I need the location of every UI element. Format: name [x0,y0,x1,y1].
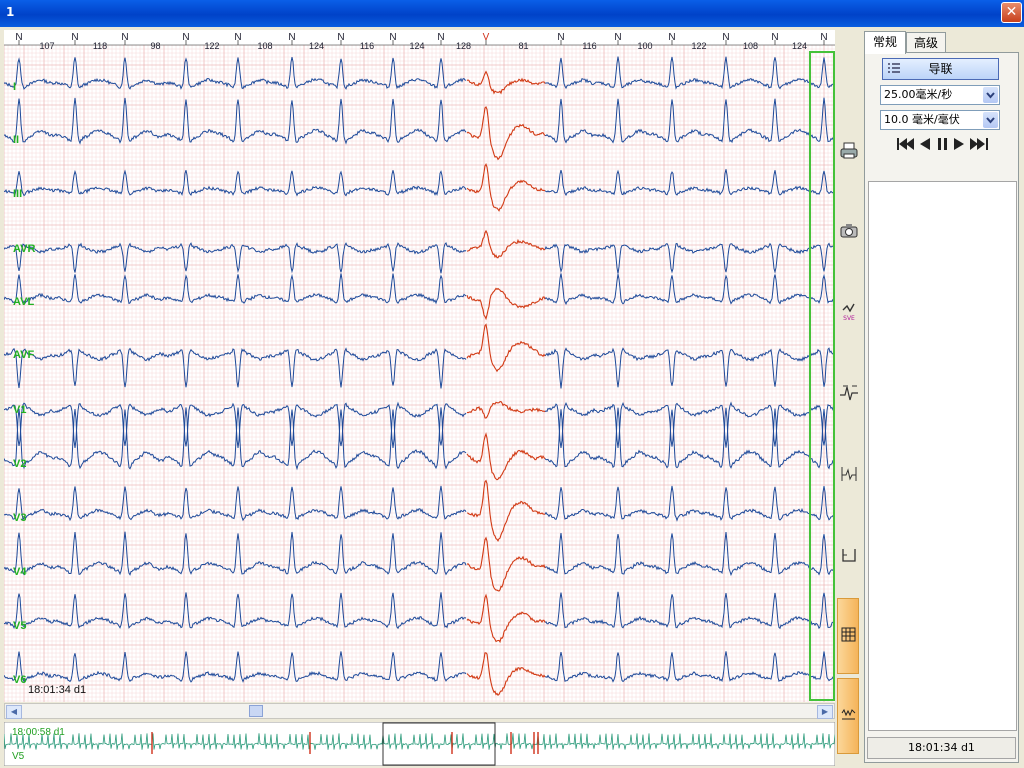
side-toolbar: SVE [835,30,862,766]
rr-interval: 128 [456,41,471,51]
overview-timestamp: 18:00:58 d1 [12,727,65,738]
rr-interval: 100 [637,41,652,51]
grid-icon [841,627,856,642]
rr-interval: 116 [360,41,374,51]
lead-label: V5 [13,620,26,632]
prev-icon[interactable] [920,138,930,150]
speed-value: 25.00毫米/秒 [884,88,953,101]
chevron-down-icon[interactable] [983,112,998,128]
rr-interval: 118 [93,41,107,51]
scroll-right-button[interactable]: ▶ [817,705,833,719]
first-icon[interactable] [897,138,914,150]
lead-label: AVL [13,296,34,308]
close-button[interactable]: ✕ [1001,2,1022,23]
overview-lead-label: V5 [12,751,25,762]
ven-icon[interactable] [838,382,860,404]
rr-interval: 116 [582,41,596,51]
rr-interval: 108 [743,41,758,51]
lead-label: V6 [13,674,26,686]
current-time: 18:01:34 d1 [867,737,1016,759]
lead-label: V2 [13,458,26,470]
measure-icon[interactable] [838,463,860,485]
scroll-left-button[interactable]: ◀ [6,705,22,719]
grid-toggle-button[interactable] [837,598,859,674]
tab-advanced[interactable]: 高级 [906,32,946,53]
rr-interval: 122 [691,41,706,51]
rr-interval: 98 [150,41,160,51]
tab-strip: 常规 高级 [864,31,1019,54]
scroll-thumb[interactable] [249,705,263,717]
camera-icon[interactable] [838,220,860,242]
svg-text:SVE: SVE [843,315,855,322]
playback-controls [897,138,988,150]
last-icon[interactable] [970,138,988,150]
rr-interval: 108 [257,41,272,51]
speed-select[interactable]: 25.00毫米/秒 [880,85,1000,105]
lead-label: AVR [13,243,35,255]
rr-interval: 124 [309,41,324,51]
lead-label: I [13,81,16,93]
lead-label: V3 [13,512,26,524]
title-bar: 1 ✕ [0,0,1024,27]
lead-label: II [13,134,19,146]
window-title: 1 [6,5,15,19]
rr-interval: 124 [792,41,807,51]
lead-label: III [13,188,22,200]
lead-button-label: 导联 [928,62,953,76]
lead-label: AVF [13,349,34,361]
gain-value: 10.0 毫米/毫伏 [884,113,960,126]
timestamp-label: 18:01:34 d1 [28,684,86,696]
lead-label: V4 [13,566,27,578]
next-icon[interactable] [954,138,964,150]
gain-select[interactable]: 10.0 毫米/毫伏 [880,110,1000,130]
horizontal-scrollbar[interactable]: ◀ ▶ [4,703,835,719]
rr-interval: 81 [518,41,528,51]
list-icon [888,63,900,73]
pause-icon[interactable] [938,138,947,150]
tab-content: 导联 25.00毫米/秒 10.0 毫米/毫伏 18:01:34 d1 [864,52,1019,763]
calipers-icon[interactable] [838,544,860,566]
rr-interval: 122 [204,41,219,51]
ecg-chart[interactable]: N N N N N N N N N V N N N N N N107 118 98 122 108 124 116 124 1… [4,30,835,702]
rr-interval: 107 [39,41,54,51]
wave-toggle-button[interactable] [837,678,859,754]
tab-general[interactable]: 常规 [864,31,906,54]
rr-interval: 124 [409,41,424,51]
overview-strip[interactable]: 18:00:58 d1 V5 [4,722,835,766]
chevron-down-icon[interactable] [983,87,998,103]
event-list[interactable] [868,181,1017,731]
lead-button[interactable]: 导联 [882,58,999,80]
printer-icon[interactable] [838,140,860,162]
wave-icon [841,708,856,720]
sve-icon[interactable]: SVE [838,301,860,323]
control-panel: 常规 高级 导联 25.00毫米/秒 10.0 毫米/毫伏 18:01:34 d… [862,30,1022,766]
